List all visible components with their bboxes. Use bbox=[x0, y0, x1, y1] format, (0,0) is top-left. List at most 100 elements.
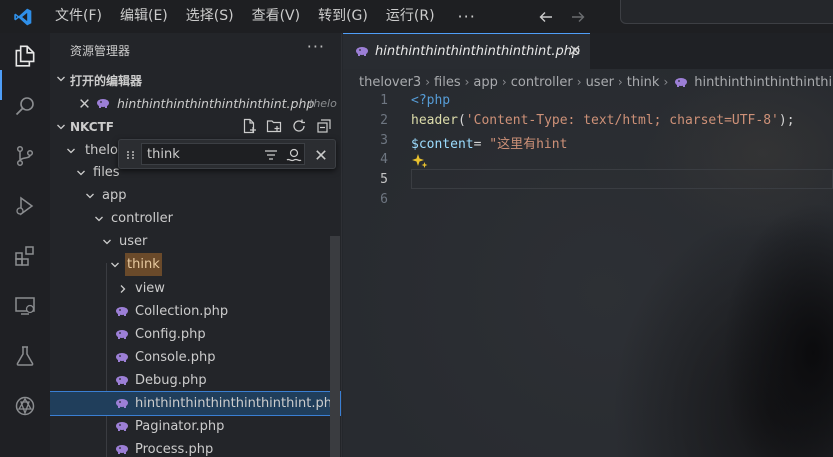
line-number: 6 bbox=[380, 192, 388, 207]
explorer-title: 资源管理器 bbox=[70, 44, 131, 58]
chevron-right-icon bbox=[120, 285, 126, 293]
line-number-current: 5 bbox=[380, 172, 388, 187]
tree-item-label: view bbox=[135, 281, 165, 296]
extensions-icon[interactable] bbox=[10, 241, 40, 271]
php-file-icon bbox=[116, 376, 128, 385]
explorer-more-button[interactable]: ··· bbox=[307, 37, 325, 56]
menu-selection[interactable]: 选择(S) bbox=[177, 0, 243, 33]
close-icon[interactable] bbox=[79, 98, 90, 109]
chevron-right-icon: › bbox=[576, 75, 582, 89]
chevron-down-icon bbox=[103, 239, 111, 245]
tree-item-file[interactable]: Paginator.php bbox=[50, 415, 340, 438]
tree-item-controller[interactable]: controller bbox=[50, 207, 340, 230]
close-icon[interactable] bbox=[315, 149, 327, 161]
open-editor-item[interactable]: hinthinthinthinthinthinthint.php thelo bbox=[50, 92, 340, 115]
chevron-down-icon[interactable] bbox=[56, 122, 66, 132]
workspace-title[interactable]: NKCTF bbox=[70, 120, 114, 134]
chevron-down-icon bbox=[111, 262, 119, 268]
tree-item-view[interactable]: view bbox=[50, 277, 340, 300]
new-file-icon[interactable] bbox=[240, 117, 258, 135]
menu-view[interactable]: 查看(V) bbox=[243, 0, 310, 33]
breadcrumb: thelover3 › files › app › controller › u… bbox=[359, 72, 833, 92]
breadcrumb-item[interactable]: think bbox=[627, 75, 660, 90]
chevron-down-icon[interactable] bbox=[56, 74, 66, 84]
tree-item-label: Debug.php bbox=[135, 373, 207, 388]
find-input[interactable] bbox=[141, 143, 305, 165]
tree-item-user[interactable]: user bbox=[50, 230, 340, 253]
line-number: 2 bbox=[380, 113, 388, 128]
tree-item-label: Process.php bbox=[135, 442, 214, 457]
tree-item-file[interactable]: Console.php bbox=[50, 346, 340, 369]
code-line-1[interactable]: <?php bbox=[411, 93, 450, 108]
openai-icon[interactable] bbox=[10, 391, 40, 421]
tabs-bar: hinthinthinthinthinthinthint.php bbox=[343, 33, 833, 69]
tab-hint-php[interactable]: hinthinthinthinthinthinthint.php bbox=[343, 33, 590, 69]
php-file-icon bbox=[356, 47, 368, 56]
tree-item-app[interactable]: app bbox=[50, 184, 340, 207]
breadcrumb-item[interactable]: files bbox=[434, 75, 461, 90]
source-control-icon[interactable] bbox=[10, 141, 40, 171]
run-debug-icon[interactable] bbox=[10, 191, 40, 221]
tree-item-file-selected[interactable]: hinthinthinthinthinthinthint.php bbox=[50, 391, 341, 416]
code-token-punct: = bbox=[473, 137, 490, 152]
code-token-variable: $content bbox=[411, 137, 474, 152]
php-file-icon bbox=[97, 99, 109, 108]
explorer-toolbar bbox=[240, 117, 333, 135]
menu-run[interactable]: 运行(R) bbox=[377, 0, 444, 33]
tree-item-think[interactable]: think bbox=[50, 253, 340, 276]
tree-item-label: hinthinthinthinthinthinthint.php bbox=[135, 396, 341, 411]
breadcrumb-item[interactable]: app bbox=[473, 75, 497, 90]
line-number: 3 bbox=[380, 133, 388, 148]
breadcrumb-item[interactable]: controller bbox=[511, 75, 573, 90]
filter-icon[interactable] bbox=[264, 148, 278, 162]
breadcrumb-item[interactable]: user bbox=[586, 75, 614, 90]
chevron-down-icon bbox=[86, 193, 94, 199]
tree-item-label: Console.php bbox=[135, 350, 216, 365]
tree-item-label: user bbox=[119, 234, 148, 249]
menu-edit[interactable]: 编辑(E) bbox=[111, 0, 177, 33]
explorer-sidebar: 资源管理器 ··· 打开的编辑器 hinthinthinthinthinthin… bbox=[50, 33, 342, 457]
testing-icon[interactable] bbox=[10, 341, 40, 371]
menu-go[interactable]: 转到(G) bbox=[309, 0, 377, 33]
tree-item-file[interactable]: Collection.php bbox=[50, 300, 340, 323]
sparkle-icon[interactable] bbox=[411, 152, 429, 170]
close-icon[interactable] bbox=[567, 42, 583, 58]
tree-item-file[interactable]: Debug.php bbox=[50, 369, 340, 392]
fuzzy-match-icon[interactable] bbox=[286, 147, 302, 163]
current-line-highlight bbox=[411, 169, 833, 189]
new-folder-icon[interactable] bbox=[265, 117, 283, 135]
tree-item-label: Config.php bbox=[135, 327, 206, 342]
open-editors-title[interactable]: 打开的编辑器 bbox=[70, 72, 142, 89]
forward-arrow-icon[interactable] bbox=[562, 0, 594, 33]
tree-item-file[interactable]: Process.php bbox=[50, 438, 340, 457]
command-center-search[interactable] bbox=[620, 0, 833, 24]
active-indicator bbox=[0, 70, 2, 100]
breadcrumb-item[interactable]: thelover3 bbox=[359, 75, 421, 90]
explorer-icon[interactable] bbox=[10, 41, 40, 71]
editor-area: hinthinthinthinthinthinthint.php thelove… bbox=[343, 33, 833, 457]
refresh-icon[interactable] bbox=[290, 117, 308, 135]
line-number: 4 bbox=[380, 152, 388, 167]
chevron-right-icon: › bbox=[464, 75, 470, 89]
tree-item-label: app bbox=[102, 188, 127, 203]
tree-item-label: Collection.php bbox=[135, 304, 229, 319]
code-line-3[interactable]: $content= "这里有hint bbox=[411, 133, 567, 152]
tree-item-file[interactable]: Config.php bbox=[50, 323, 340, 346]
menu-more-button[interactable]: ··· bbox=[444, 7, 490, 26]
back-arrow-icon[interactable] bbox=[530, 0, 562, 33]
php-file-icon bbox=[116, 399, 128, 408]
search-icon[interactable] bbox=[10, 91, 40, 121]
tree-item-label: controller bbox=[111, 211, 174, 226]
drag-handle-icon[interactable] bbox=[125, 149, 137, 161]
breadcrumb-item[interactable]: hinthinthinthinthinthinthint.php bbox=[694, 75, 833, 90]
collapse-all-icon[interactable] bbox=[315, 117, 333, 135]
sidebar-scrollbar[interactable] bbox=[330, 236, 340, 457]
php-file-icon bbox=[116, 330, 128, 339]
chevron-down-icon bbox=[77, 170, 85, 176]
tree-item-label: files bbox=[93, 165, 120, 180]
remote-explorer-icon[interactable] bbox=[10, 291, 40, 321]
code-line-2[interactable]: header('Content-Type: text/html; charset… bbox=[411, 113, 795, 128]
menu-file[interactable]: 文件(F) bbox=[46, 0, 111, 33]
tab-label: hinthinthinthinthinthinthint.php bbox=[375, 44, 581, 59]
php-file-icon bbox=[116, 307, 128, 316]
